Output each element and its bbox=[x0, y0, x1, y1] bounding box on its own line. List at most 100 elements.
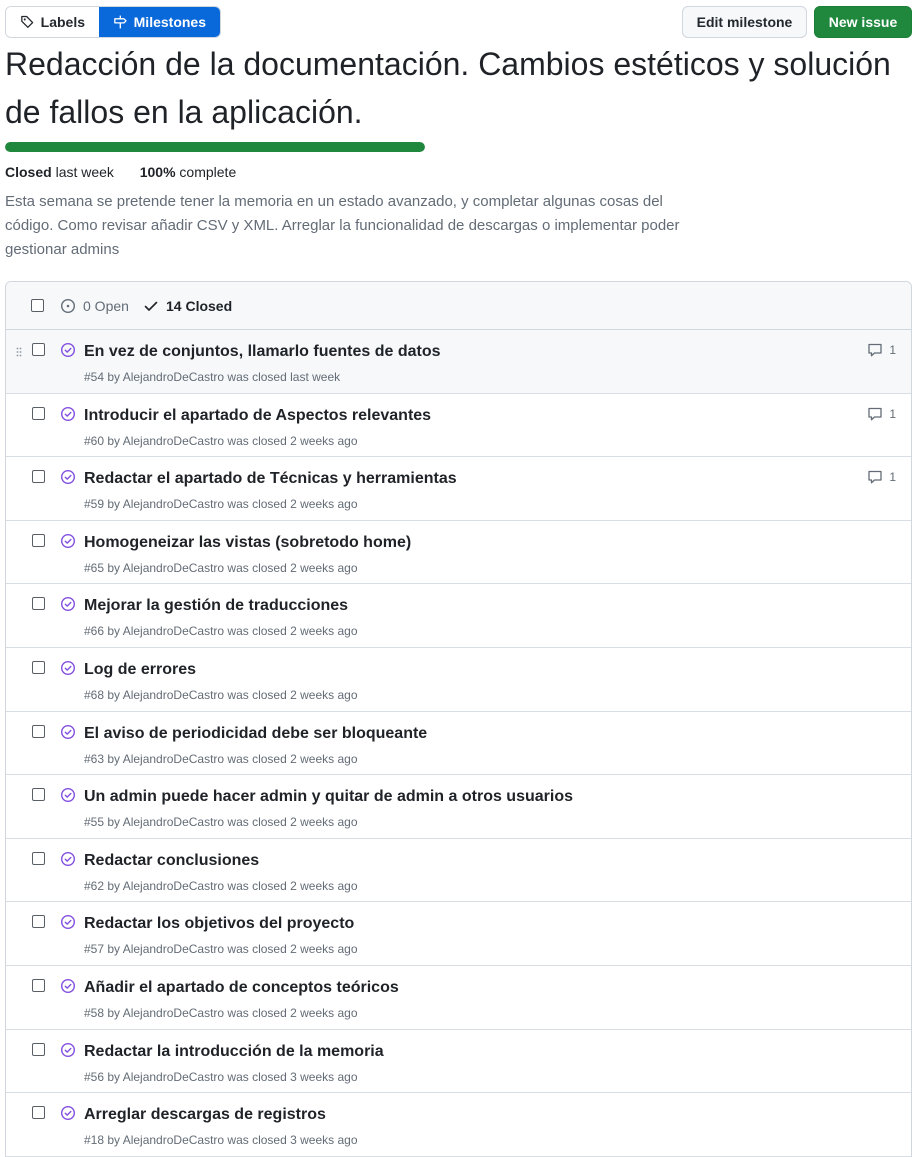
issue-row[interactable]: Redactar conclusiones #62 by AlejandroDeC… bbox=[6, 839, 911, 903]
closed-issues-filter[interactable]: 14 Closed bbox=[143, 282, 232, 330]
issue-closed-icon bbox=[60, 470, 76, 485]
issue-comments-link[interactable]: 1 bbox=[867, 469, 896, 485]
issue-closed-icon bbox=[60, 660, 76, 675]
issue-closed-icon bbox=[60, 978, 76, 993]
issue-title-link[interactable]: En vez de conjuntos, llamarlo fuentes de… bbox=[84, 341, 441, 363]
issue-closed-icon bbox=[60, 851, 76, 866]
labels-tab-label: Labels bbox=[40, 14, 85, 30]
tag-icon bbox=[21, 15, 34, 28]
issue-title-link[interactable]: Introducir el apartado de Aspectos relev… bbox=[84, 405, 431, 427]
issue-checkbox[interactable] bbox=[32, 660, 45, 674]
issue-meta: #54 by AlejandroDeCastro was closed last… bbox=[84, 370, 341, 384]
issue-row[interactable]: En vez de conjuntos, llamarlo fuentes de… bbox=[6, 330, 911, 394]
milestone-meta: Closed last week 100% complete bbox=[5, 163, 236, 181]
comment-icon bbox=[868, 407, 882, 421]
issue-closed-icon bbox=[60, 597, 76, 612]
milestone-percent: 100% bbox=[139, 164, 176, 180]
issue-meta: #59 by AlejandroDeCastro was closed 2 we… bbox=[84, 497, 358, 512]
open-issues-filter[interactable]: 0 Open bbox=[60, 282, 129, 330]
issue-closed-icon bbox=[60, 1106, 76, 1121]
issue-title-link[interactable]: Log de errores bbox=[84, 659, 196, 681]
milestone-title: Redacción de la documentación. Cambios e… bbox=[5, 46, 891, 130]
issue-opened-icon bbox=[60, 298, 76, 314]
milestones-tab[interactable]: Milestones bbox=[99, 7, 220, 37]
issue-meta: #55 by AlejandroDeCastro was closed 2 we… bbox=[84, 815, 358, 830]
issues-list: 0 Open 14 Closed En vez de conjuntos, ll… bbox=[5, 281, 912, 1157]
issue-meta: #65 by AlejandroDeCastro was closed 2 we… bbox=[84, 560, 358, 575]
issue-comment-count: 1 bbox=[889, 343, 896, 357]
edit-milestone-button[interactable]: Edit milestone bbox=[682, 6, 807, 38]
issue-row[interactable]: Introducir el apartado de Aspectos relev… bbox=[6, 394, 911, 458]
issue-meta: #58 by AlejandroDeCastro was closed 2 we… bbox=[84, 1005, 358, 1020]
open-issues-label: 0 Open bbox=[83, 298, 129, 314]
milestone-status: Closed bbox=[5, 164, 52, 180]
issue-meta: #63 by AlejandroDeCastro was closed 2 we… bbox=[84, 751, 358, 766]
new-issue-button[interactable]: New issue bbox=[814, 6, 912, 38]
issue-closed-icon bbox=[60, 1042, 76, 1057]
milestone-icon bbox=[114, 15, 127, 29]
issue-rows: En vez de conjuntos, llamarlo fuentes de… bbox=[6, 330, 911, 1157]
milestone-toolbar: Labels Milestones Edit milestone New iss… bbox=[5, 6, 912, 38]
issue-row[interactable]: Redactar los objetivos del proyecto #57 b… bbox=[6, 902, 911, 966]
issue-checkbox[interactable] bbox=[32, 915, 45, 929]
issue-closed-icon bbox=[60, 724, 76, 739]
closed-issues-label: 14 Closed bbox=[166, 298, 233, 314]
issue-row[interactable]: Arreglar descargas de registros #18 by Al… bbox=[6, 1093, 911, 1157]
issue-checkbox[interactable] bbox=[32, 788, 45, 802]
issue-comment-count: 1 bbox=[889, 470, 896, 485]
milestone-description: Esta semana se pretende tener la memoria… bbox=[5, 193, 680, 258]
milestone-percent-suffix: complete bbox=[179, 164, 237, 180]
milestone-progress-bar bbox=[5, 142, 425, 152]
issue-closed-icon bbox=[60, 406, 76, 421]
milestone-status-when: last week bbox=[55, 164, 114, 180]
issue-checkbox[interactable] bbox=[32, 724, 45, 738]
issue-meta: #60 by AlejandroDeCastro was closed 2 we… bbox=[84, 433, 358, 448]
milestone-progress-fill bbox=[5, 142, 425, 152]
issue-title-link[interactable]: Un admin puede hacer admin y quitar de a… bbox=[84, 786, 573, 808]
issue-row[interactable]: Añadir el apartado de conceptos teóricos… bbox=[6, 966, 911, 1030]
grabber-icon[interactable] bbox=[16, 347, 22, 357]
issue-checkbox[interactable] bbox=[32, 1042, 45, 1056]
issue-checkbox[interactable] bbox=[32, 343, 45, 356]
issue-title-link[interactable]: Arreglar descargas de registros bbox=[84, 1104, 326, 1126]
issue-closed-icon bbox=[60, 342, 76, 358]
issue-comment-count: 1 bbox=[889, 406, 896, 421]
labels-milestones-switch: Labels Milestones bbox=[5, 6, 221, 38]
issue-comments-link[interactable]: 1 bbox=[867, 406, 896, 422]
issue-meta: #68 by AlejandroDeCastro was closed 2 we… bbox=[84, 687, 358, 702]
issue-title-link[interactable]: Redactar conclusiones bbox=[84, 850, 259, 872]
issue-checkbox[interactable] bbox=[32, 470, 45, 484]
issue-checkbox[interactable] bbox=[32, 851, 45, 865]
issue-checkbox[interactable] bbox=[32, 533, 45, 547]
issue-row[interactable]: Homogeneizar las vistas (sobretodo home)… bbox=[6, 521, 911, 585]
issue-title-link[interactable]: Redactar el apartado de Técnicas y herra… bbox=[84, 468, 457, 490]
issue-meta: #62 by AlejandroDeCastro was closed 2 we… bbox=[84, 878, 358, 893]
issue-title-link[interactable]: Redactar la introducción de la memoria bbox=[84, 1041, 384, 1063]
issue-checkbox[interactable] bbox=[32, 1106, 45, 1120]
issue-title-link[interactable]: El aviso de periodicidad debe ser bloque… bbox=[84, 723, 427, 745]
issue-closed-icon bbox=[60, 788, 76, 803]
comment-icon bbox=[868, 343, 882, 357]
issue-title-link[interactable]: Mejorar la gestión de traducciones bbox=[84, 595, 348, 617]
milestones-tab-label: Milestones bbox=[133, 14, 206, 30]
labels-tab[interactable]: Labels bbox=[6, 7, 99, 37]
issue-title-link[interactable]: Homogeneizar las vistas (sobretodo home) bbox=[84, 532, 411, 554]
issue-checkbox[interactable] bbox=[32, 597, 45, 611]
issue-row[interactable]: Mejorar la gestión de traducciones #66 by… bbox=[6, 584, 911, 648]
issue-meta: #18 by AlejandroDeCastro was closed 3 we… bbox=[84, 1133, 358, 1148]
issue-comments-link[interactable]: 1 bbox=[867, 342, 896, 358]
issue-row[interactable]: Log de errores #68 by AlejandroDeCastro w… bbox=[6, 648, 911, 712]
comment-icon bbox=[868, 471, 882, 484]
issue-row[interactable]: Redactar el apartado de Técnicas y herra… bbox=[6, 457, 911, 521]
issue-title-link[interactable]: Redactar los objetivos del proyecto bbox=[84, 913, 354, 935]
issue-row[interactable]: Un admin puede hacer admin y quitar de a… bbox=[6, 775, 911, 839]
issue-checkbox[interactable] bbox=[32, 978, 45, 992]
check-icon bbox=[144, 301, 158, 311]
issues-list-header: 0 Open 14 Closed bbox=[6, 282, 911, 330]
issue-row[interactable]: Redactar la introducción de la memoria #5… bbox=[6, 1030, 911, 1094]
issue-row[interactable]: El aviso de periodicidad debe ser bloque… bbox=[6, 712, 911, 776]
select-all-checkbox[interactable] bbox=[31, 299, 44, 312]
issue-meta: #57 by AlejandroDeCastro was closed 2 we… bbox=[84, 942, 358, 957]
issue-title-link[interactable]: Añadir el apartado de conceptos teóricos bbox=[84, 977, 399, 999]
issue-checkbox[interactable] bbox=[32, 406, 45, 420]
